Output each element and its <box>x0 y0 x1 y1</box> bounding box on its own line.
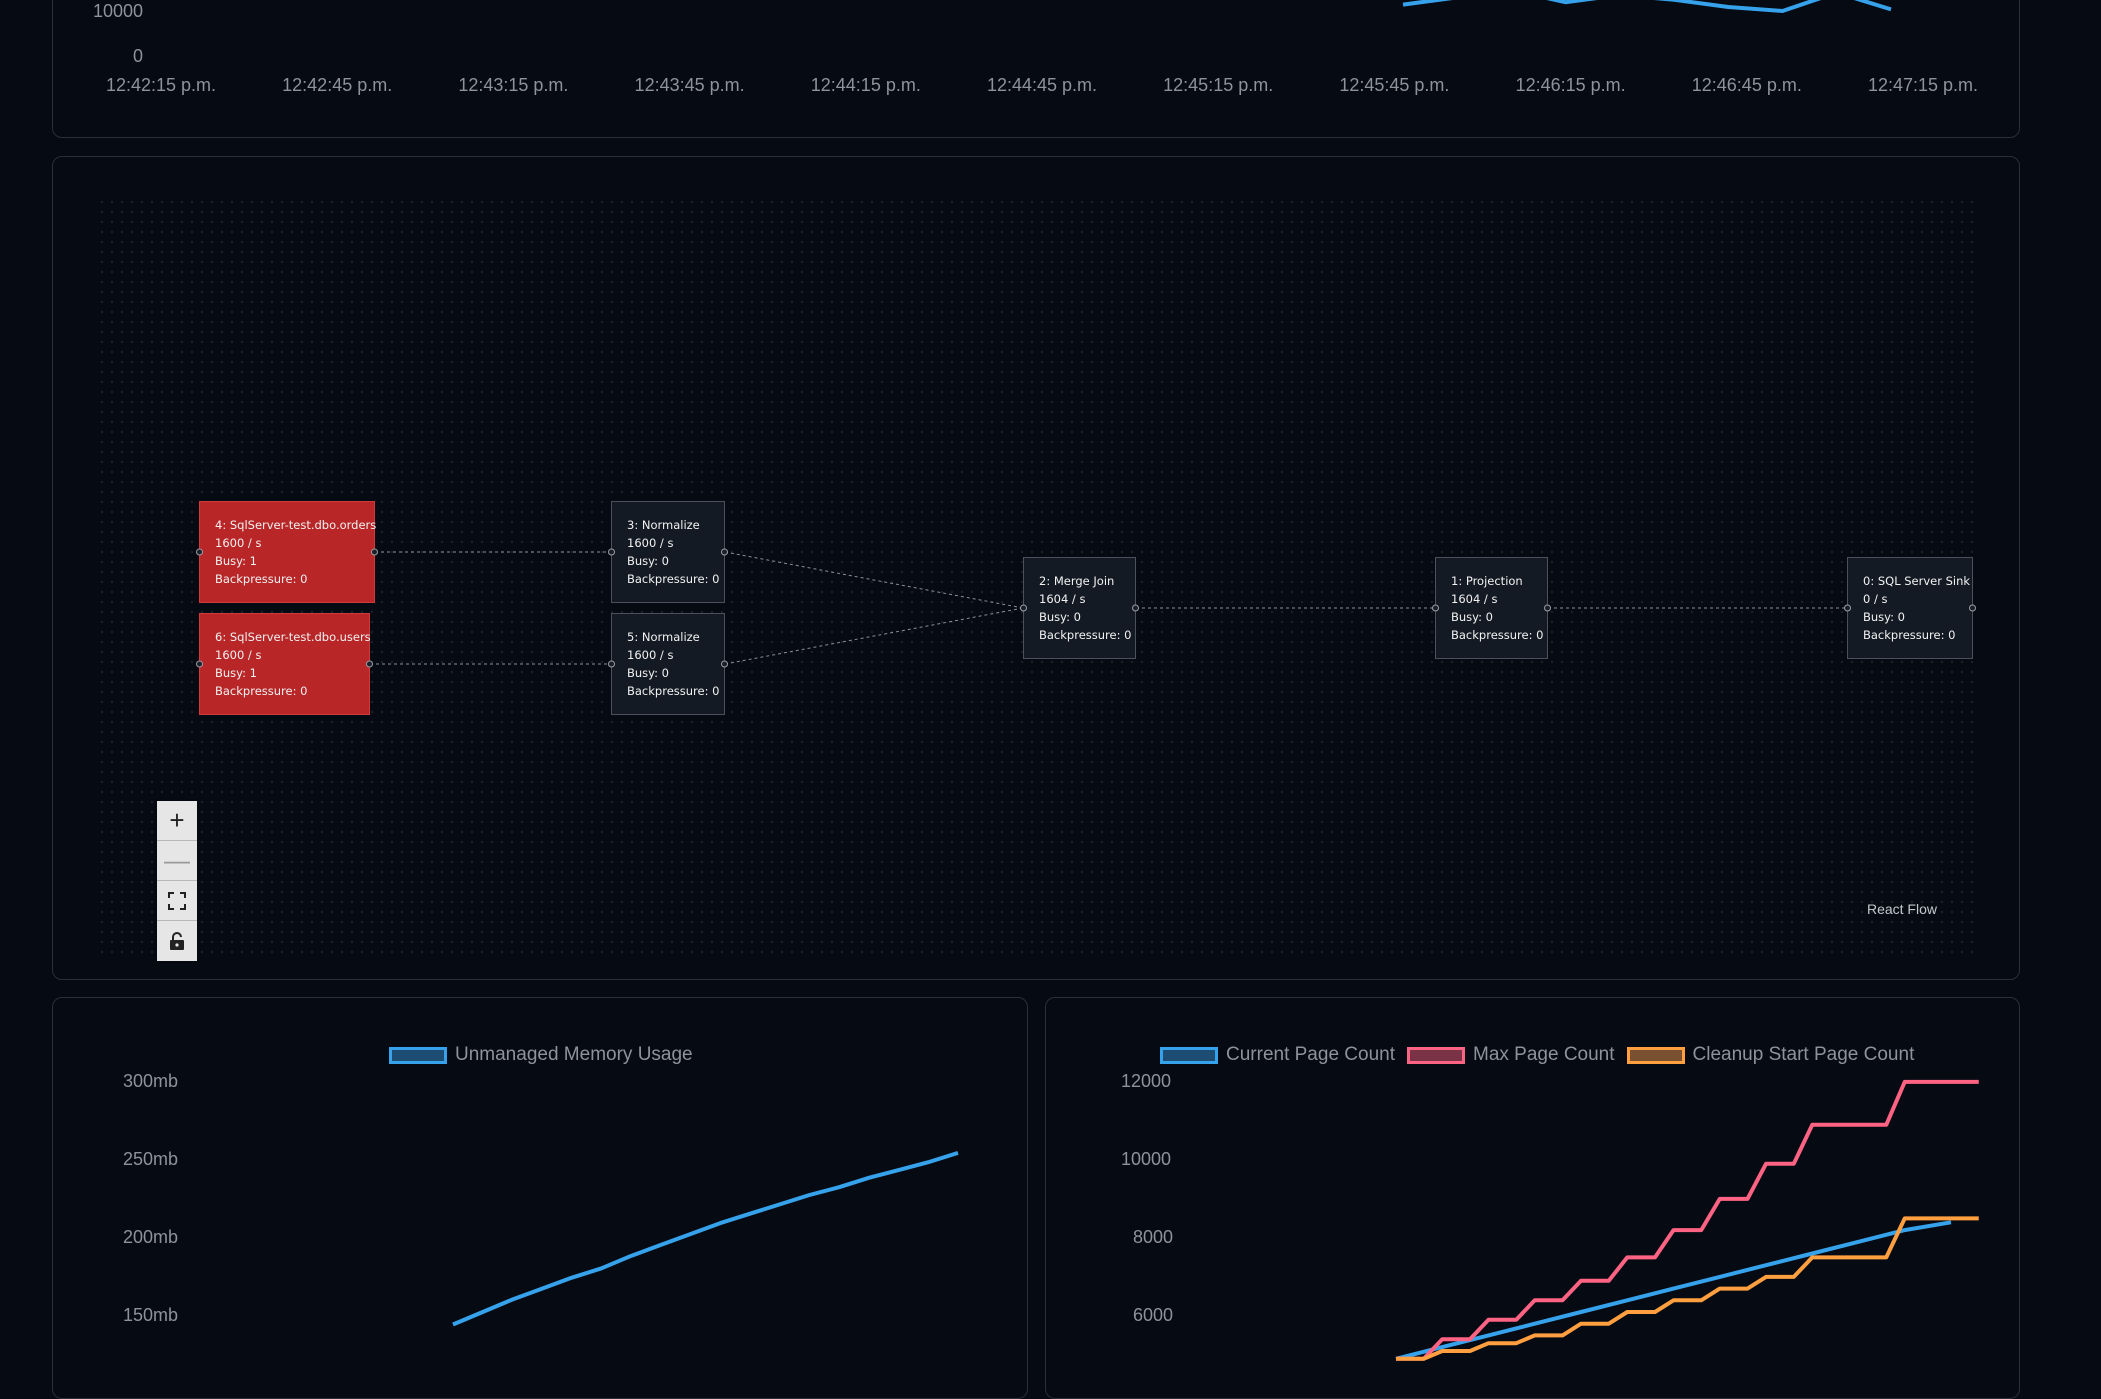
x-tick-label: 12:47:15 p.m. <box>1867 75 1979 95</box>
node-rate: 1600 / s <box>627 648 674 662</box>
target-handle[interactable] <box>196 660 203 668</box>
flow-node[interactable]: 6: SqlServer-test.dbo.users 1600 / s Busy:… <box>196 613 373 715</box>
fit-view-icon <box>168 891 186 910</box>
target-handle[interactable] <box>1844 604 1851 612</box>
node-rate: 0 / s <box>1863 592 1888 606</box>
node-busy: Busy: 1 <box>215 554 257 568</box>
source-handle[interactable] <box>371 548 378 556</box>
flow-node[interactable]: 4: SqlServer-test.dbo.orders 1600 / s Busy… <box>196 501 378 603</box>
node-rate: 1600 / s <box>627 536 674 550</box>
flow-controls: + — <box>157 801 197 961</box>
target-handle[interactable] <box>1020 604 1027 612</box>
node-backpressure: Backpressure: 0 <box>1451 628 1544 642</box>
node-backpressure: Backpressure: 0 <box>627 572 720 586</box>
node-backpressure: Backpressure: 0 <box>627 684 720 698</box>
x-tick-label: 12:46:45 p.m. <box>1691 75 1802 95</box>
x-tick-label: 12:43:45 p.m. <box>634 75 745 95</box>
node-backpressure: Backpressure: 0 <box>215 684 308 698</box>
react-flow-attribution[interactable]: React Flow <box>1867 901 1937 917</box>
node-title: 4: SqlServer-test.dbo.orders <box>215 518 377 532</box>
node-busy: Busy: 0 <box>627 666 669 680</box>
x-tick-label: 12:44:15 p.m. <box>810 75 921 95</box>
node-rate: 1600 / s <box>215 648 262 662</box>
flow-node[interactable]: 1: Projection 1604 / s Busy: 0 Backpressure… <box>1432 557 1551 659</box>
node-busy: Busy: 0 <box>1863 610 1905 624</box>
y-tick-label: 0 <box>133 46 144 66</box>
node-backpressure: Backpressure: 0 <box>215 572 308 586</box>
react-flow-canvas[interactable]: 4: SqlServer-test.dbo.orders 1600 / s Busy… <box>97 197 1977 961</box>
node-title: 3: Normalize <box>627 518 700 532</box>
flow-edge <box>724 551 1024 609</box>
flow-edge <box>724 607 1024 665</box>
node-busy: Busy: 0 <box>1451 610 1493 624</box>
page-series-line <box>1396 1079 1979 1361</box>
x-tick-label: 12:43:15 p.m. <box>458 75 569 95</box>
x-tick-label: 12:42:45 p.m. <box>282 75 393 95</box>
flow-node[interactable]: 5: Normalize 1600 / s Busy: 0 Backpressure:… <box>608 613 728 715</box>
zoom-in-button[interactable]: + <box>157 801 197 841</box>
target-handle[interactable] <box>608 660 615 668</box>
target-handle[interactable] <box>608 548 615 556</box>
pipeline-graph-panel: 4: SqlServer-test.dbo.orders 1600 / s Busy… <box>52 156 2020 980</box>
zoom-out-button[interactable]: — <box>157 841 197 881</box>
x-tick-label: 12:44:45 p.m. <box>986 75 1098 95</box>
page-series-line <box>1395 1220 1952 1361</box>
page-count-chart-panel: Current Page Count Max Page Count Cleanu… <box>1045 997 2020 1399</box>
node-rate: 1604 / s <box>1451 592 1498 606</box>
throughput-chart-panel: 10000 0 12:42:15 p.m. 12:42:45 p.m. 12:43:… <box>52 0 2020 138</box>
node-backpressure: Backpressure: 0 <box>1039 628 1132 642</box>
node-busy: Busy: 1 <box>215 666 257 680</box>
node-title: 6: SqlServer-test.dbo.users <box>215 630 371 644</box>
flow-node[interactable]: 0: SQL Server Sink 0 / s Busy: 0 Backpressu… <box>1844 557 1976 659</box>
flow-node[interactable]: 2: Merge Join 1604 / s Busy: 0 Backpressure… <box>1020 557 1139 659</box>
source-handle[interactable] <box>1969 604 1976 612</box>
memory-series-line <box>452 1150 959 1327</box>
lock-button[interactable] <box>157 921 197 961</box>
x-tick-label: 12:45:45 p.m. <box>1339 75 1450 95</box>
source-handle[interactable] <box>721 660 728 668</box>
node-title: 1: Projection <box>1451 574 1523 588</box>
throughput-series-line <box>1402 0 1892 14</box>
unlock-icon <box>170 932 184 950</box>
source-handle[interactable] <box>1544 604 1551 612</box>
node-backpressure: Backpressure: 0 <box>1863 628 1956 642</box>
page-count-line-chart <box>1395 1079 1979 1361</box>
node-title: 2: Merge Join <box>1039 574 1115 588</box>
node-busy: Busy: 0 <box>1039 610 1081 624</box>
source-handle[interactable] <box>721 548 728 556</box>
node-title: 0: SQL Server Sink <box>1863 574 1971 588</box>
x-tick-label: 12:45:15 p.m. <box>1163 75 1274 95</box>
flow-node[interactable]: 3: Normalize 1600 / s Busy: 0 Backpressure:… <box>608 501 728 603</box>
source-handle[interactable] <box>1132 604 1139 612</box>
memory-line-chart <box>452 1150 959 1327</box>
target-handle[interactable] <box>1432 604 1439 612</box>
node-title: 5: Normalize <box>627 630 700 644</box>
throughput-line-chart <box>1402 0 1892 14</box>
x-tick-label: 12:42:15 p.m. <box>105 75 217 95</box>
fit-view-button[interactable] <box>157 881 197 921</box>
target-handle[interactable] <box>196 548 203 556</box>
node-rate: 1600 / s <box>215 536 262 550</box>
node-rate: 1604 / s <box>1039 592 1086 606</box>
memory-chart-panel: Unmanaged Memory Usage 300mb 250mb 200mb… <box>52 997 1028 1399</box>
source-handle[interactable] <box>366 660 373 668</box>
node-busy: Busy: 0 <box>627 554 669 568</box>
x-tick-label: 12:46:15 p.m. <box>1515 75 1626 95</box>
